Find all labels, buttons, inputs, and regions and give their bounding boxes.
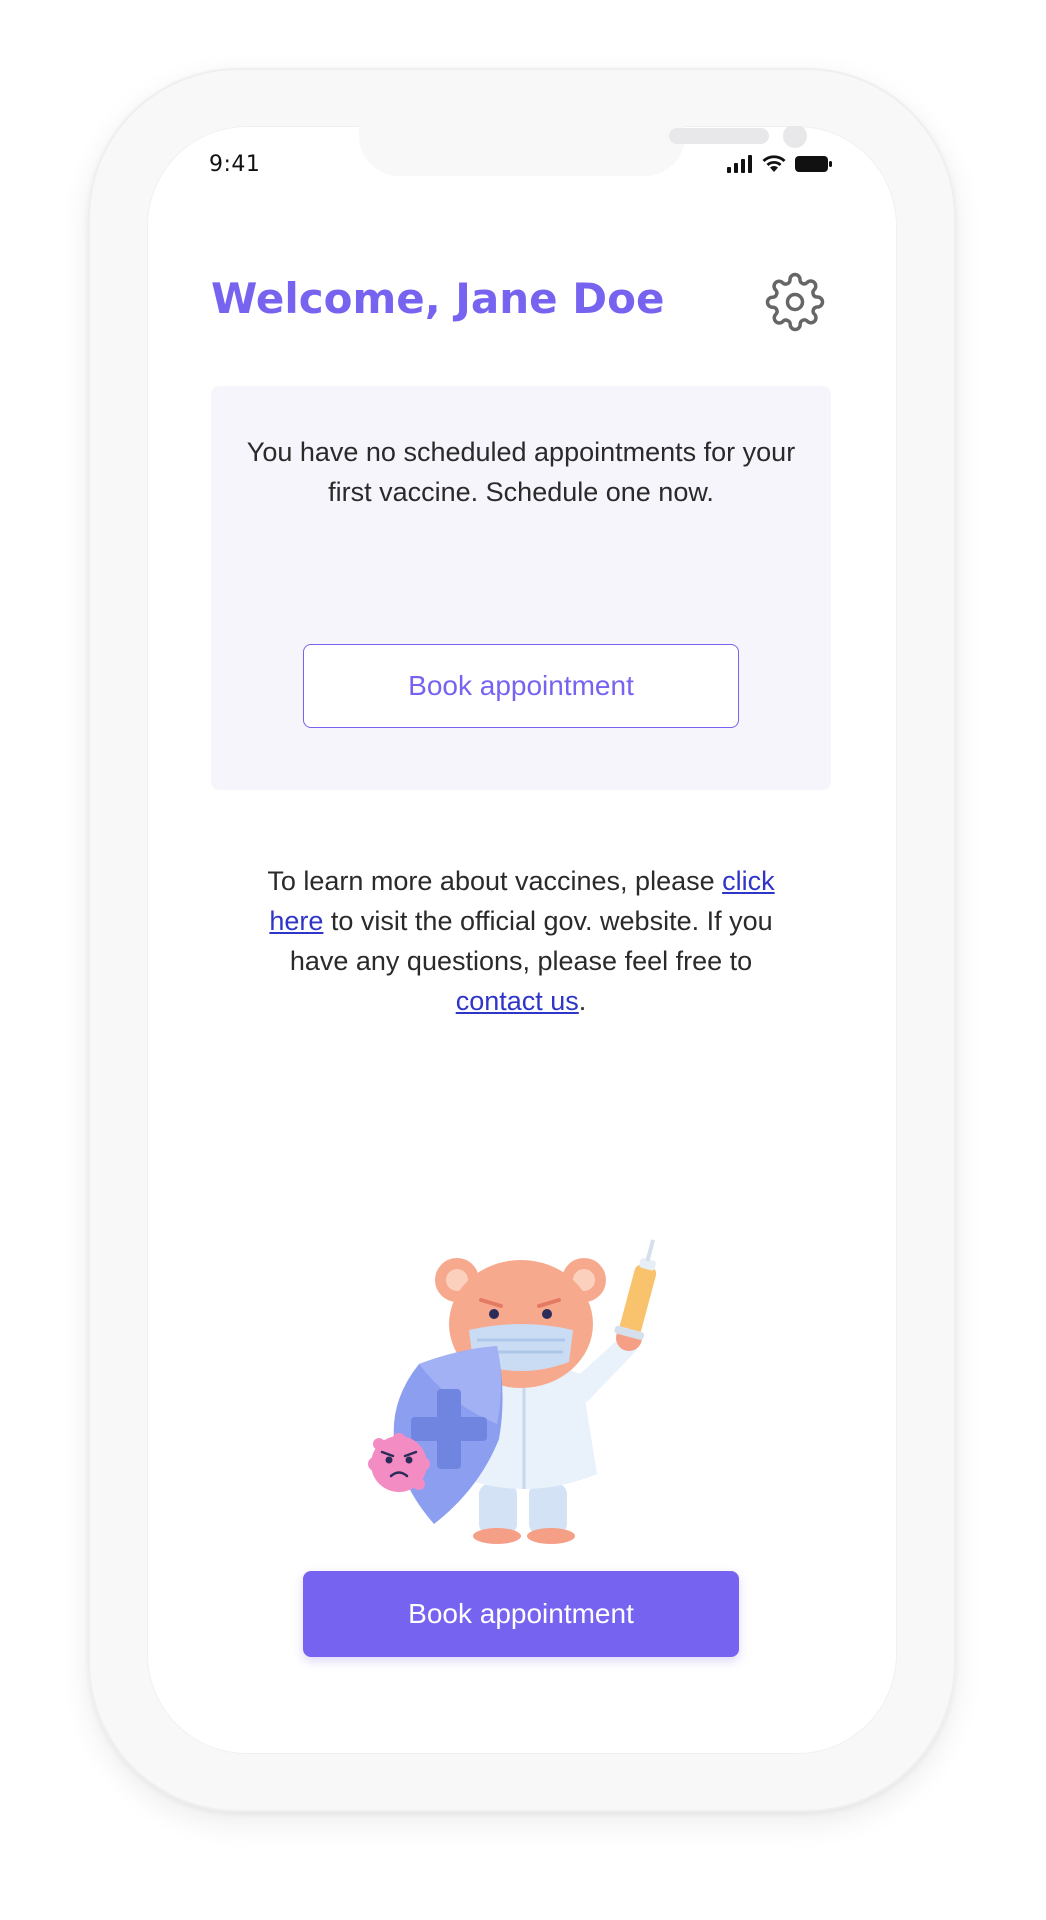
appointment-card: You have no scheduled appointments for y… (211, 386, 831, 790)
camera (783, 126, 807, 148)
contact-us-link[interactable]: contact us (456, 986, 579, 1016)
app-stage: 9:41 Welcome, Jane Doe You have no sched… (0, 0, 1046, 1920)
book-appointment-button[interactable]: Book appointment (303, 1571, 739, 1657)
battery-icon (795, 156, 832, 172)
no-appointments-message: You have no scheduled appointments for y… (246, 437, 796, 507)
cellular-signal-icon (727, 155, 752, 173)
info-text-part-3: . (578, 986, 587, 1016)
info-text-part-1: To learn more about vaccines, please (267, 866, 723, 896)
wifi-icon (762, 155, 786, 172)
speaker (669, 128, 769, 144)
welcome-title: Welcome, Jane Doe (211, 274, 665, 323)
info-text-part-2: to visit the official gov. website. If y… (289, 906, 773, 976)
phone-screen: 9:41 Welcome, Jane Doe You have no sched… (147, 126, 897, 1754)
status-icons (727, 154, 833, 174)
vaccine-info-text: To learn more about vaccines, please cli… (251, 861, 791, 1021)
gear-icon[interactable] (765, 272, 825, 332)
bear-doctor-illustration (368, 1239, 657, 1544)
book-appointment-outline-button[interactable]: Book appointment (303, 644, 739, 728)
status-time: 9:41 (209, 152, 261, 177)
notch (359, 126, 807, 176)
